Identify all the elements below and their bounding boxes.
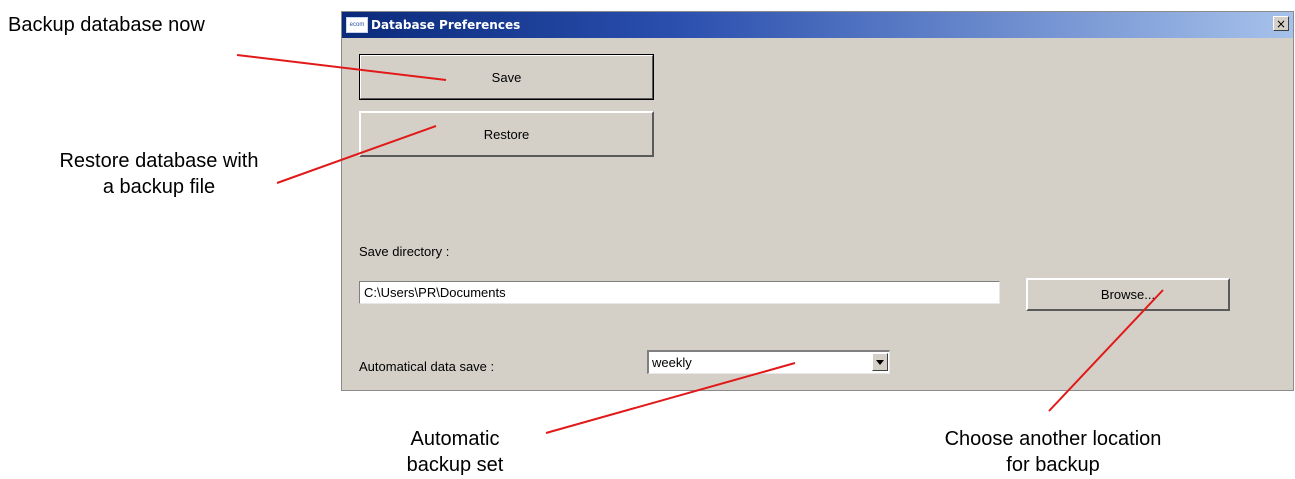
auto-save-selected-value: weekly bbox=[652, 355, 692, 370]
page: Backup database now Restore database wit… bbox=[0, 0, 1295, 479]
annotation-restore-line2: a backup file bbox=[102, 176, 216, 198]
browse-button-label: Browse... bbox=[1100, 287, 1156, 302]
annotation-choose-location: Choose another location for backup bbox=[918, 426, 1188, 478]
annotation-backup-now: Backup database now bbox=[8, 14, 205, 36]
annotation-automatic-line2: backup set bbox=[406, 454, 504, 476]
chevron-down-icon bbox=[876, 359, 884, 365]
restore-button-label: Restore bbox=[483, 126, 530, 142]
app-icon: ecom bbox=[346, 17, 368, 33]
dropdown-button[interactable] bbox=[872, 353, 888, 371]
annotation-restore-line1: Restore database with bbox=[59, 150, 259, 172]
annotation-choose-line1: Choose another location bbox=[944, 428, 1162, 450]
annotation-automatic: Automatic backup set bbox=[380, 426, 530, 478]
auto-save-label: Automatical data save : bbox=[359, 359, 495, 374]
restore-button[interactable]: Restore bbox=[359, 111, 654, 157]
auto-save-select[interactable]: weekly bbox=[647, 350, 890, 374]
annotation-choose-line2: for backup bbox=[1006, 454, 1100, 476]
save-directory-input[interactable] bbox=[359, 281, 1000, 304]
database-preferences-window: ecom Database Preferences × Save Restore… bbox=[341, 11, 1294, 391]
close-icon: × bbox=[1275, 16, 1287, 31]
title-bar[interactable]: ecom Database Preferences × bbox=[342, 12, 1293, 38]
save-directory-label: Save directory : bbox=[359, 244, 450, 259]
close-button[interactable]: × bbox=[1273, 16, 1289, 31]
save-button-label: Save bbox=[491, 69, 522, 85]
save-button[interactable]: Save bbox=[359, 54, 654, 100]
window-title: Database Preferences bbox=[371, 18, 521, 32]
annotation-automatic-line1: Automatic bbox=[410, 428, 500, 450]
annotation-restore: Restore database with a backup file bbox=[24, 148, 294, 200]
browse-button[interactable]: Browse... bbox=[1026, 278, 1230, 311]
